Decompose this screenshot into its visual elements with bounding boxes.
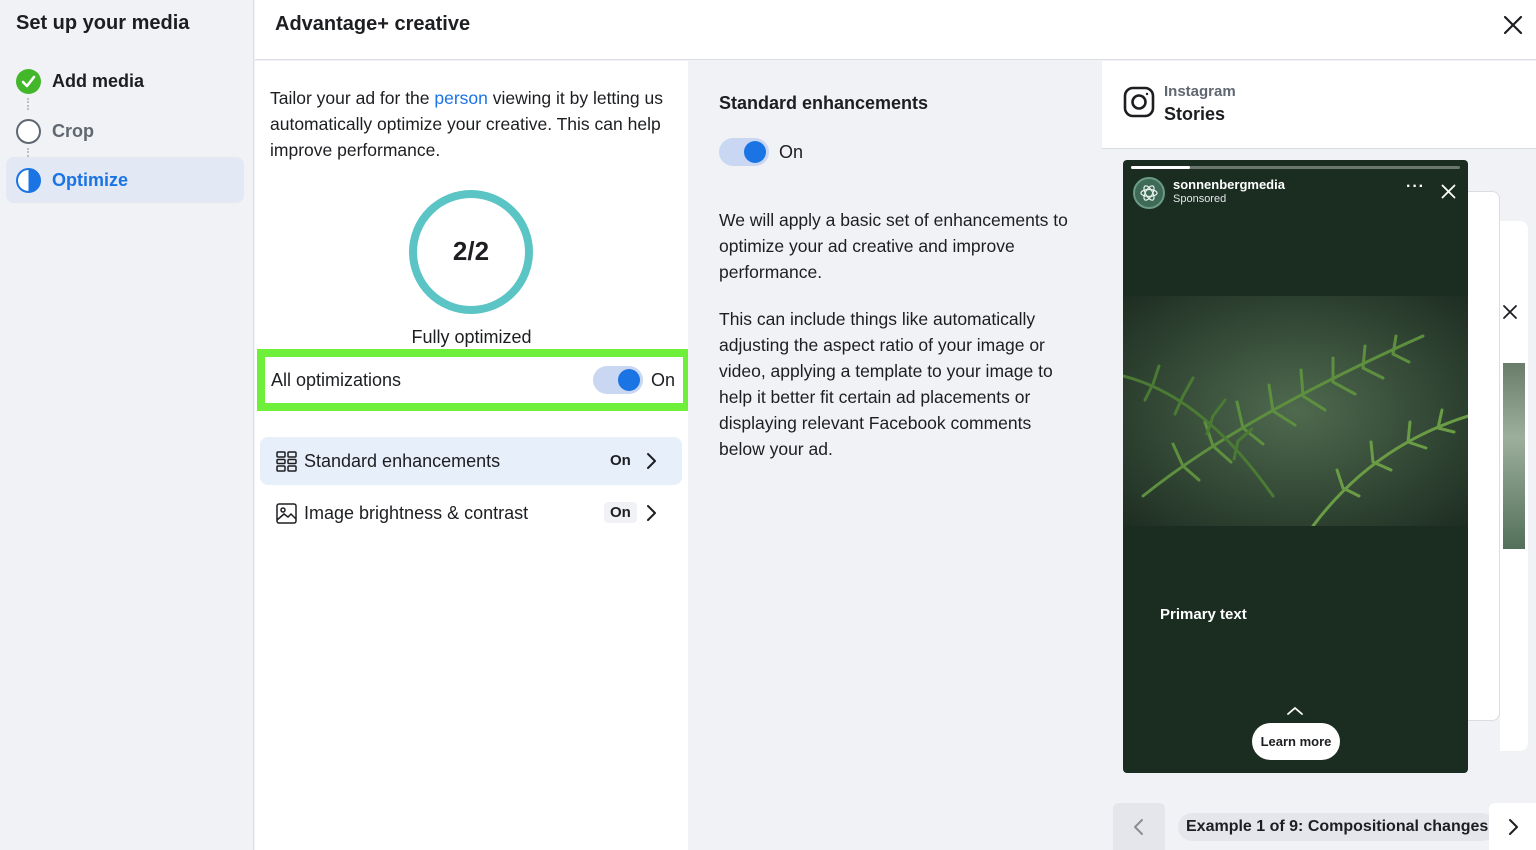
- step-add-media[interactable]: Add media: [6, 58, 244, 104]
- platform-name: Instagram: [1164, 83, 1236, 100]
- toggle-state: On: [651, 370, 676, 390]
- option-label: Image brightness & contrast: [304, 503, 529, 523]
- close-icon: [1502, 304, 1518, 320]
- step-label: Add media: [52, 71, 145, 91]
- story-preview: sonnenbergmedia Sponsored ··· Primary te…: [1123, 160, 1468, 773]
- setup-sidebar: Set up your media Add media Crop Optimiz…: [0, 0, 254, 850]
- placement-name: Stories: [1164, 104, 1226, 124]
- details-title: Standard enhancements: [719, 93, 929, 113]
- previous-example-button[interactable]: [1113, 803, 1165, 850]
- option-state-badge: On: [604, 502, 637, 523]
- more-options-icon: ···: [1406, 178, 1425, 195]
- primary-text: Primary text: [1160, 606, 1247, 623]
- step-label: Crop: [52, 121, 94, 141]
- next-preview-image: [1503, 363, 1525, 549]
- grid-icon: [276, 451, 297, 472]
- avatar: [1133, 177, 1165, 209]
- details-paragraph: We will apply a basic set of enhancement…: [719, 210, 1068, 282]
- sidebar-title: Set up your media: [16, 12, 190, 34]
- option-image-brightness-contrast[interactable]: Image brightness & contrast On: [260, 489, 682, 537]
- sponsored-label: Sponsored: [1173, 193, 1227, 205]
- option-standard-enhancements[interactable]: Standard enhancements On: [260, 437, 682, 485]
- check-circle-icon: [16, 69, 41, 94]
- option-state-badge: On: [610, 452, 631, 469]
- step-label: Optimize: [52, 170, 129, 190]
- instagram-icon: [1123, 86, 1155, 118]
- option-label: Standard enhancements: [304, 451, 501, 471]
- dialog-header: Advantage+ creative: [255, 0, 1536, 60]
- optimization-score-ring: 2/2: [409, 190, 533, 314]
- details-paragraph: This can include things like automatical…: [719, 309, 1053, 459]
- close-icon[interactable]: [1502, 14, 1524, 36]
- chevron-up-icon: [1286, 703, 1304, 715]
- fern-image: [1123, 296, 1468, 528]
- all-optimizations-row: All optimizations On: [257, 349, 691, 411]
- toggle-state: On: [779, 142, 804, 162]
- optimization-score: 2/2: [452, 236, 490, 266]
- next-preview-card: [1464, 191, 1500, 721]
- person-link[interactable]: person: [434, 88, 488, 108]
- story-progress-bar: [1131, 166, 1460, 169]
- step-optimize[interactable]: Optimize: [6, 157, 244, 203]
- step-crop[interactable]: Crop: [6, 108, 244, 154]
- example-counter: Example 1 of 9: Compositional changes: [1178, 813, 1497, 841]
- chevron-right-icon: [644, 504, 658, 522]
- intro-text: Tailor your ad for the person viewing it…: [270, 88, 663, 160]
- score-caption: Fully optimized: [411, 327, 532, 347]
- learn-more-button[interactable]: Learn more: [1252, 723, 1340, 760]
- enhancement-details-panel: Standard enhancements On We will apply a…: [688, 61, 1102, 850]
- ad-preview-panel: Instagram Stories sonnenbergmedia Sponso…: [1102, 61, 1536, 850]
- placement-header: Instagram Stories: [1102, 61, 1536, 149]
- page-title: Advantage+ creative: [275, 13, 471, 35]
- all-optimizations-label: All optimizations: [271, 370, 402, 390]
- close-icon: [1441, 184, 1456, 199]
- story-username: sonnenbergmedia: [1173, 177, 1285, 192]
- image-icon: [276, 503, 297, 524]
- standard-enhancements-toggle[interactable]: [719, 138, 769, 166]
- half-circle-icon: [16, 168, 41, 193]
- all-optimizations-toggle[interactable]: [593, 366, 643, 394]
- empty-circle-icon: [16, 119, 41, 144]
- chevron-right-icon: [644, 452, 658, 470]
- optimization-panel: Tailor your ad for the person viewing it…: [255, 61, 691, 850]
- next-example-button[interactable]: [1489, 803, 1536, 850]
